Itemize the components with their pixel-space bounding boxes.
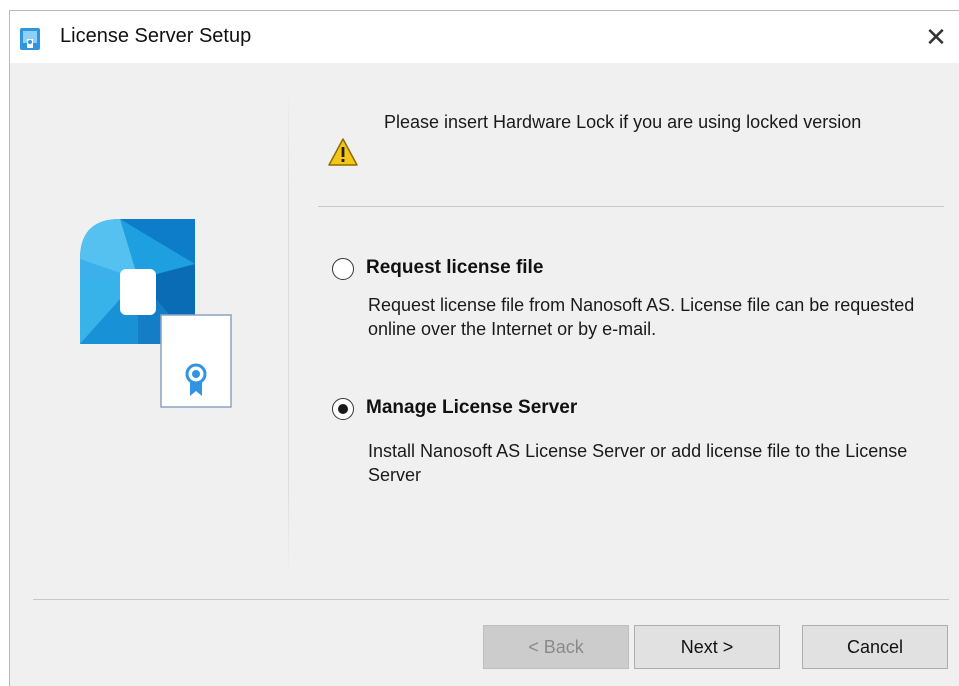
license-certificate-logo <box>80 219 232 408</box>
footer-separator <box>33 599 949 600</box>
cancel-button[interactable]: Cancel <box>802 625 948 669</box>
notice-separator <box>318 206 944 207</box>
request-license-label[interactable]: Request license file <box>366 257 543 279</box>
close-icon: ✕ <box>925 21 947 52</box>
close-button[interactable]: ✕ <box>913 11 959 63</box>
hardware-lock-notice: Please insert Hardware Lock if you are u… <box>384 112 862 132</box>
request-license-radio[interactable] <box>332 258 354 280</box>
warning-icon <box>328 138 358 166</box>
title-bar[interactable]: License Server Setup ✕ <box>10 11 959 63</box>
manage-license-server-radio[interactable] <box>332 398 354 420</box>
setup-app-icon <box>20 28 40 50</box>
request-license-description: Request license file from Nanosoft AS. L… <box>368 295 915 339</box>
radio-selected-dot <box>338 404 348 414</box>
back-button[interactable]: < Back <box>483 625 629 669</box>
next-button[interactable]: Next > <box>634 625 780 669</box>
window-title: License Server Setup <box>60 25 252 47</box>
manage-license-server-description: Install Nanosoft AS License Server or ad… <box>368 441 908 485</box>
setup-dialog: License Server Setup ✕ Please insert Har… <box>9 10 959 686</box>
manage-license-server-label[interactable]: Manage License Server <box>366 397 577 419</box>
panel-divider <box>288 89 289 579</box>
wizard-graphic-panel <box>10 63 288 603</box>
